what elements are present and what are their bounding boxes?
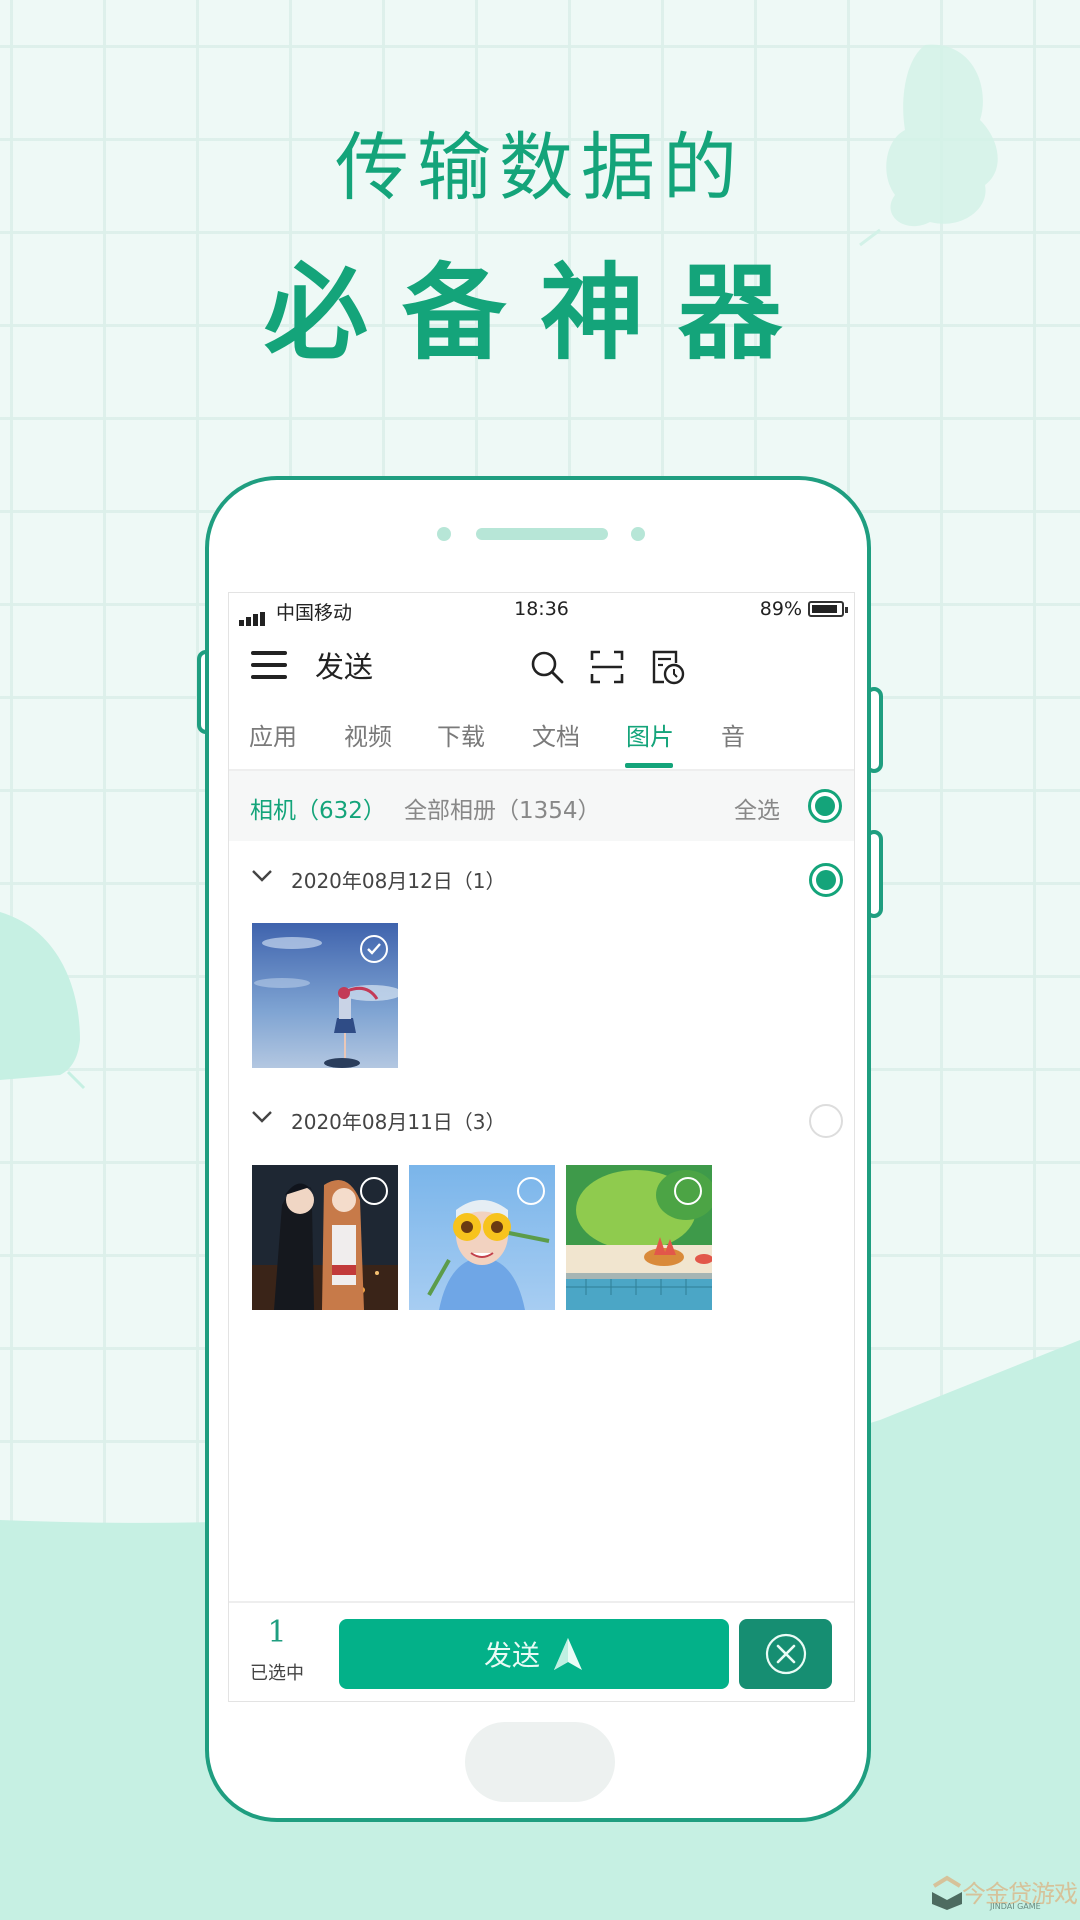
app-header: 发送	[229, 627, 854, 703]
photo-thumb[interactable]	[252, 1165, 398, 1310]
group-date: 2020年08月11日（3）	[291, 1110, 506, 1134]
phone-speaker	[476, 528, 608, 540]
photo-check-icon[interactable]	[674, 1177, 702, 1205]
battery-icon	[808, 601, 848, 617]
headline-line-1: 传输数据的	[335, 125, 745, 211]
album-filter-bar: 相机（632） 全部相册（1354） 全选	[229, 771, 854, 841]
select-all-radio[interactable]	[808, 789, 842, 823]
category-tabs: 应用 视频 下载 文档 图片 音	[229, 703, 854, 771]
tab-pictures[interactable]: 图片	[626, 717, 674, 752]
history-icon[interactable]	[649, 649, 685, 685]
tab-music[interactable]: 音	[721, 717, 745, 752]
headline-line-2: 必备神器	[263, 251, 816, 374]
active-tab-indicator	[625, 763, 673, 768]
album-camera[interactable]: 相机（632）	[250, 791, 386, 825]
chevron-down-icon[interactable]	[251, 1110, 273, 1124]
chevron-down-icon[interactable]	[251, 869, 273, 883]
scan-icon[interactable]	[589, 649, 625, 685]
group-select-radio[interactable]	[809, 863, 843, 897]
group-select-radio[interactable]	[809, 1104, 843, 1138]
phone-camera-dot	[437, 527, 451, 541]
selected-count: 1	[267, 1615, 287, 1650]
watermark-logo-icon	[932, 1875, 962, 1910]
date-group-header: 2020年08月11日（3）	[229, 1096, 854, 1146]
cancel-button[interactable]	[739, 1619, 832, 1689]
battery-percent: 89%	[759, 598, 802, 620]
bottom-action-bar: 1 已选中 发送	[229, 1601, 854, 1701]
group-date: 2020年08月12日（1）	[291, 869, 506, 893]
leaf-left	[0, 912, 80, 1080]
send-button-label: 发送	[483, 1639, 540, 1672]
phone-home-button[interactable]	[465, 1722, 615, 1802]
selected-label: 已选中	[250, 1663, 304, 1684]
menu-icon[interactable]	[251, 651, 287, 679]
watermark-subtext: JINDAI GAME	[990, 1902, 1041, 1911]
page-title: 发送	[315, 650, 374, 684]
tab-apps[interactable]: 应用	[249, 717, 297, 752]
app-screen: 中国移动 18:36 89% 发送 应用 视频 下载 文档 图片 音 相机（63…	[228, 592, 855, 1702]
search-icon[interactable]	[529, 649, 565, 685]
tab-downloads[interactable]: 下载	[437, 717, 485, 752]
photo-thumb[interactable]	[409, 1165, 555, 1310]
photo-thumb[interactable]	[252, 923, 398, 1068]
close-circle-icon	[765, 1633, 806, 1675]
photo-check-icon[interactable]	[360, 1177, 388, 1205]
select-all-label[interactable]: 全选	[734, 791, 780, 825]
phone-sensor-dot	[631, 527, 645, 541]
send-arrow-icon	[554, 1638, 582, 1670]
status-bar: 中国移动 18:36 89%	[229, 593, 854, 627]
photo-check-icon[interactable]	[360, 935, 388, 963]
photo-check-icon[interactable]	[517, 1177, 545, 1205]
date-group-header: 2020年08月12日（1）	[229, 855, 854, 905]
album-all[interactable]: 全部相册（1354）	[404, 791, 601, 825]
tab-documents[interactable]: 文档	[532, 717, 580, 752]
send-button[interactable]: 发送	[339, 1619, 729, 1689]
tab-videos[interactable]: 视频	[344, 717, 392, 752]
photo-thumb[interactable]	[566, 1165, 712, 1310]
